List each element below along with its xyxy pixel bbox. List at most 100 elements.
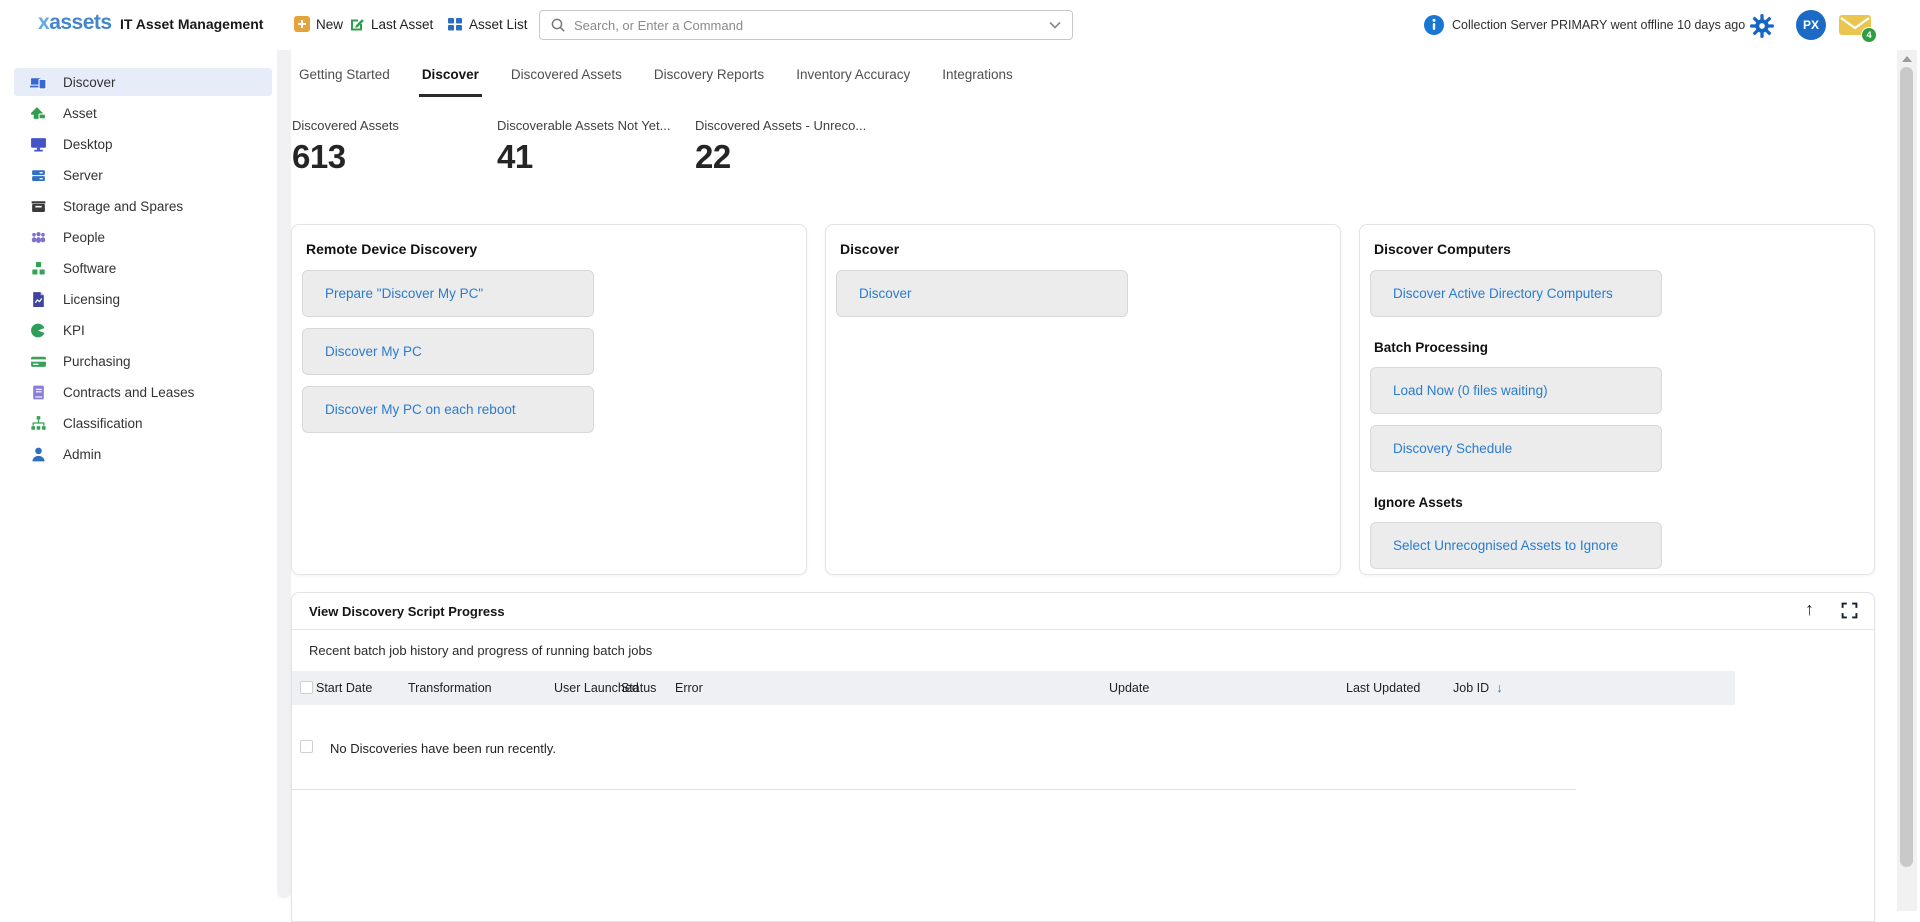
sidebar-item-licensing[interactable]: Licensing bbox=[14, 285, 272, 313]
logo-rest: assets bbox=[49, 11, 111, 34]
window-scrollbar[interactable] bbox=[1897, 50, 1917, 911]
plus-icon bbox=[294, 16, 310, 32]
sidebar-item-discover[interactable]: Discover bbox=[14, 68, 272, 96]
sidebar-item-kpi[interactable]: KPI bbox=[14, 316, 272, 344]
discover-icon bbox=[30, 74, 47, 91]
action-label: New bbox=[316, 17, 343, 32]
column-header-transformation[interactable]: Transformation bbox=[408, 671, 492, 705]
tab-getting-started[interactable]: Getting Started bbox=[296, 67, 393, 97]
sidebar-item-desktop[interactable]: Desktop bbox=[14, 130, 272, 158]
avatar[interactable]: PX bbox=[1796, 10, 1826, 40]
admin-icon bbox=[30, 446, 47, 463]
sidebar-item-label: KPI bbox=[63, 323, 85, 338]
scrollbar-up-arrow[interactable] bbox=[1902, 56, 1912, 62]
action-button-prepare-discover-my-pc-[interactable]: Prepare "Discover My PC" bbox=[302, 270, 594, 317]
column-header-update[interactable]: Update bbox=[1109, 671, 1149, 705]
tab-integrations[interactable]: Integrations bbox=[939, 67, 1016, 97]
action-button-discovery-schedule[interactable]: Discovery Schedule bbox=[1370, 425, 1662, 472]
search-icon bbox=[550, 17, 566, 33]
sidebar-item-classification[interactable]: Classification bbox=[14, 409, 272, 437]
sidebar-item-label: Server bbox=[63, 168, 103, 183]
action-button-discover-my-pc-on-each-reboot[interactable]: Discover My PC on each reboot bbox=[302, 386, 594, 433]
sidebar-item-people[interactable]: People bbox=[14, 223, 272, 251]
sidebar-item-label: Storage and Spares bbox=[63, 199, 183, 214]
classification-icon bbox=[30, 415, 47, 432]
column-header-last-updated[interactable]: Last Updated bbox=[1346, 671, 1420, 705]
stat-label: Discovered Assets bbox=[292, 118, 399, 133]
table-row: No Discoveries have been run recently. bbox=[292, 723, 1874, 789]
sort-down-icon: ↓ bbox=[1496, 680, 1503, 695]
search-input[interactable] bbox=[574, 18, 1048, 33]
card-discover-computers: Discover ComputersDiscover Active Direct… bbox=[1359, 224, 1875, 575]
action-button-discover-my-pc[interactable]: Discover My PC bbox=[302, 328, 594, 375]
sidebar-item-purchasing[interactable]: Purchasing bbox=[14, 347, 272, 375]
people-icon bbox=[30, 229, 47, 246]
sidebar-item-label: Classification bbox=[63, 416, 143, 431]
panel-title: View Discovery Script Progress bbox=[309, 593, 505, 630]
asset-list-button[interactable]: Asset List bbox=[447, 16, 528, 32]
purchasing-icon bbox=[30, 353, 47, 370]
section-heading: Ignore Assets bbox=[1374, 495, 1860, 510]
sidebar-item-label: Purchasing bbox=[63, 354, 131, 369]
sidebar-item-storage-and-spares[interactable]: Storage and Spares bbox=[14, 192, 272, 220]
action-button-select-unrecognised-assets-to-ignore[interactable]: Select Unrecognised Assets to Ignore bbox=[1370, 522, 1662, 569]
column-header-status[interactable]: Status bbox=[621, 671, 656, 705]
action-button-discover-active-directory-computers[interactable]: Discover Active Directory Computers bbox=[1370, 270, 1662, 317]
stat-label: Discoverable Assets Not Yet... bbox=[497, 118, 670, 133]
card-title: Remote Device Discovery bbox=[306, 241, 792, 257]
tab-inventory-accuracy[interactable]: Inventory Accuracy bbox=[793, 67, 913, 97]
sidebar-item-label: Admin bbox=[63, 447, 101, 462]
sidebar-item-label: Licensing bbox=[63, 292, 120, 307]
tab-discovery-reports[interactable]: Discovery Reports bbox=[651, 67, 767, 97]
stat-card: Discovered Assets - Unreco... 22 bbox=[695, 118, 866, 176]
tab-bar: Getting Started Discover Discovered Assets… bbox=[296, 50, 1016, 97]
column-header-job-id[interactable]: Job ID↓ bbox=[1453, 671, 1503, 705]
mail-icon[interactable]: 4 bbox=[1838, 13, 1872, 37]
section-heading: Batch Processing bbox=[1374, 340, 1860, 355]
panel-header: View Discovery Script Progress ↑ bbox=[292, 593, 1874, 630]
select-all-checkbox[interactable] bbox=[300, 681, 313, 694]
action-button-label: Prepare "Discover My PC" bbox=[325, 286, 483, 301]
action-button-discover[interactable]: Discover bbox=[836, 270, 1128, 317]
software-icon bbox=[30, 260, 47, 277]
scroll-top-icon[interactable]: ↑ bbox=[1805, 599, 1814, 620]
info-icon bbox=[1424, 15, 1444, 35]
sidebar-item-admin[interactable]: Admin bbox=[14, 440, 272, 468]
stat-label: Discovered Assets - Unreco... bbox=[695, 118, 866, 133]
new-button[interactable]: New bbox=[294, 16, 343, 32]
kpi-icon bbox=[30, 322, 47, 339]
sidebar-item-software[interactable]: Software bbox=[14, 254, 272, 282]
row-divider bbox=[292, 789, 1576, 790]
table-header: Start DateTransformationUser LaunchedSta… bbox=[292, 671, 1735, 705]
app-logo[interactable]: xassets bbox=[38, 11, 112, 35]
search-box[interactable] bbox=[539, 10, 1073, 40]
sidebar-item-server[interactable]: Server bbox=[14, 161, 272, 189]
stat-value: 22 bbox=[695, 138, 866, 176]
tab-discover[interactable]: Discover bbox=[419, 67, 482, 97]
sidebar-item-contracts-and-leases[interactable]: Contracts and Leases bbox=[14, 378, 272, 406]
notification-text: Collection Server PRIMARY went offline 1… bbox=[1452, 18, 1745, 32]
sidebar-scrollbar[interactable] bbox=[277, 50, 291, 898]
gear-icon[interactable] bbox=[1749, 13, 1775, 39]
licensing-icon bbox=[30, 291, 47, 308]
tab-discovered-assets[interactable]: Discovered Assets bbox=[508, 67, 625, 97]
sidebar: Discover Asset Desktop Server Storage and Sp… bbox=[0, 50, 277, 911]
sidebar-item-label: Discover bbox=[63, 75, 116, 90]
panel-subtitle: Recent batch job history and progress of… bbox=[309, 631, 652, 671]
app-title: IT Asset Management bbox=[120, 16, 263, 32]
scrollbar-thumb[interactable] bbox=[1900, 67, 1913, 867]
asset-icon bbox=[30, 105, 47, 122]
expand-icon[interactable] bbox=[1841, 602, 1858, 619]
column-header-error[interactable]: Error bbox=[675, 671, 703, 705]
row-checkbox[interactable] bbox=[300, 740, 313, 753]
sidebar-item-asset[interactable]: Asset bbox=[14, 99, 272, 127]
column-header-start-date[interactable]: Start Date bbox=[316, 671, 372, 705]
last-asset-button[interactable]: Last Asset bbox=[349, 16, 433, 32]
action-button-label: Discover My PC on each reboot bbox=[325, 402, 516, 417]
chevron-down-icon[interactable] bbox=[1048, 18, 1062, 32]
action-button-load-now-0-files-waiting-[interactable]: Load Now (0 files waiting) bbox=[1370, 367, 1662, 414]
action-label: Asset List bbox=[469, 17, 528, 32]
mail-badge: 4 bbox=[1861, 27, 1877, 43]
desktop-icon bbox=[30, 136, 47, 153]
server-icon bbox=[30, 167, 47, 184]
